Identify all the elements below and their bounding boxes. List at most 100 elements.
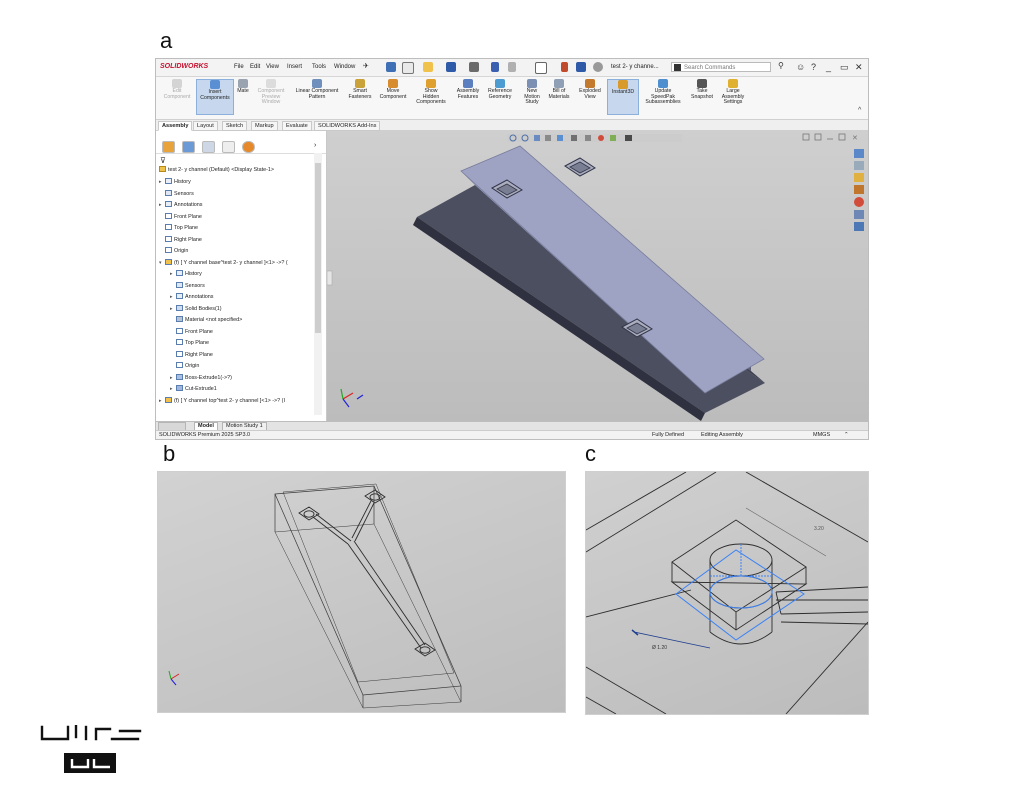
assembly-features-button[interactable]: Assembly Features [454,79,482,100]
print-icon[interactable] [469,62,479,72]
tree-item[interactable]: Origin [170,362,199,369]
part-icon [165,396,172,403]
tree-item[interactable]: Sensors [170,281,205,289]
reference-geometry-button[interactable]: Reference Geometry [484,79,516,100]
tree-item[interactable]: Top Plane [159,224,198,231]
menu-edit[interactable]: Edit [250,64,260,70]
tree-item-label: (f) [ Y channel top^test 2- y channel ]<… [174,397,285,404]
tree-item[interactable]: ▸ (f) [ Y channel top^test 2- y channel ]… [159,396,285,404]
selected-hole-highlight[interactable] [675,544,805,641]
top-dimension[interactable]: 3.20 [745,507,827,557]
property-manager-tab-icon[interactable] [182,141,195,153]
annotation-icon [165,201,172,207]
dimxpert-tab-icon[interactable] [222,141,235,153]
menu-tools[interactable]: Tools [312,64,326,70]
assembly-features-icon [463,79,473,88]
select-cursor-icon[interactable] [535,62,547,74]
rebuild-icon[interactable] [561,62,568,72]
tree-item[interactable]: ▸ Boss-Extrude1(->?) [170,373,232,381]
tree-item[interactable]: Right Plane [170,350,213,358]
feature-manager-tab-icon[interactable] [162,141,175,153]
pin-icon[interactable]: ✈ [363,62,369,70]
menu-window[interactable]: Window [334,64,355,70]
tree-item[interactable]: Sensors [159,189,194,197]
search-icon[interactable]: ⚲ [778,61,784,70]
close-button[interactable]: ✕ [855,62,863,73]
tree-item-label: Boss-Extrude1(->?) [185,374,232,381]
y-channel-part-model[interactable] [413,145,765,421]
move-component-button[interactable]: Move Component [376,79,410,100]
tab-assembly[interactable]: Assembly [158,121,193,131]
minimize-button[interactable]: _ [826,62,831,72]
tree-item[interactable]: Front Plane [159,212,202,220]
status-units[interactable]: MMGS [813,431,830,439]
update-speedpak-button[interactable]: Update SpeedPak Subassemblies [642,79,684,106]
tree-item[interactable]: Material <not specified> [170,316,242,323]
large-assembly-settings-button[interactable]: Large Assembly Settings [718,79,748,106]
tree-item[interactable]: ▸ Cut-Extrude1 [170,385,217,392]
help-icon[interactable]: ? [811,62,816,72]
file-properties-icon[interactable] [576,62,586,72]
chevron-right-icon[interactable]: › [314,142,316,149]
tab-markup[interactable]: Markup [251,121,278,131]
tree-item[interactable]: ▸ Annotations [170,293,213,300]
units-dropdown-icon[interactable]: ⌃ [844,431,849,439]
redo-icon[interactable] [508,62,516,72]
tree-item[interactable]: ▸ History [159,178,191,185]
account-icon[interactable]: ☺ [796,62,805,72]
tab-sketch[interactable]: Sketch [222,121,248,131]
filter-icon[interactable]: ⊽ [160,156,166,165]
menu-file[interactable]: File [234,64,244,70]
heads-up-view-toolbar[interactable] [507,134,682,142]
tab-evaluate[interactable]: Evaluate [282,121,312,131]
tree-item-label: Solid Bodies(1) [185,305,222,312]
insert-components-button[interactable]: Insert Components [196,79,234,115]
inlet-port-2[interactable] [564,157,596,177]
bill-of-materials-button[interactable]: Bill of Materials [546,79,572,100]
linear-component-pattern-button[interactable]: Linear Component Pattern [290,79,344,100]
show-hidden-icon [426,79,436,88]
collapse-ribbon-icon[interactable]: ^ [858,107,861,114]
open-folder-icon[interactable] [423,62,433,72]
configuration-manager-tab-icon[interactable] [202,141,215,153]
restore-button[interactable]: ▭ [840,62,849,73]
home-icon[interactable] [386,62,396,72]
tree-item[interactable]: Front Plane [170,327,213,335]
tree-item[interactable]: ▸ Solid Bodies(1) [170,304,222,312]
graphics-area[interactable]: ✕ [327,131,868,423]
material-icon [176,316,183,322]
undo-icon[interactable] [491,62,499,72]
menu-insert[interactable]: Insert [287,64,302,70]
tree-scrollbar[interactable] [314,153,322,415]
tree-root[interactable]: test 2- y channel (Default) <Display Sta… [159,166,274,173]
options-gear-icon[interactable] [593,62,603,72]
tree-item[interactable]: Right Plane [159,235,202,243]
new-motion-study-button[interactable]: New Motion Study [520,79,544,106]
tree-item[interactable]: ▸ History [170,270,202,277]
display-manager-tab-icon[interactable] [242,141,255,153]
tab-layout[interactable]: Layout [193,121,218,131]
save-icon[interactable] [446,62,456,72]
tree-item[interactable]: ▾ (f) [ Y channel base^test 2- y channel … [159,258,288,266]
viewport-window-controls[interactable]: ✕ [802,133,858,142]
show-hidden-components-button[interactable]: Show Hidden Components [414,79,448,106]
tree-item-label: Front Plane [174,213,202,220]
tree-item[interactable]: Top Plane [170,339,209,346]
tree-item[interactable]: ▸ Annotations [159,201,202,208]
smart-fasteners-button[interactable]: Smart Fasteners [346,79,374,100]
tree-item-label: Sensors [185,282,205,289]
component-preview-window-button[interactable]: Component Preview Window [254,79,288,106]
search-commands-input[interactable]: Search Commands [671,62,771,72]
tree-scrollbar-thumb[interactable] [315,163,321,333]
diameter-dimension[interactable]: Ø 1.20 [631,629,711,651]
new-document-icon[interactable] [402,62,414,74]
exploded-view-button[interactable]: Exploded View [576,79,604,100]
menu-view[interactable]: View [266,64,279,70]
take-snapshot-button[interactable]: Take Snapshot [688,79,716,100]
tree-item[interactable]: Origin [159,247,188,254]
instant3d-button[interactable]: Instant3D [607,79,639,115]
tab-solidworks-add-ins[interactable]: SOLIDWORKS Add-Ins [314,121,381,131]
mate-button[interactable]: Mate [234,79,252,95]
task-pane-icons[interactable] [854,149,864,231]
edit-component-button[interactable]: Edit Component [160,79,194,100]
